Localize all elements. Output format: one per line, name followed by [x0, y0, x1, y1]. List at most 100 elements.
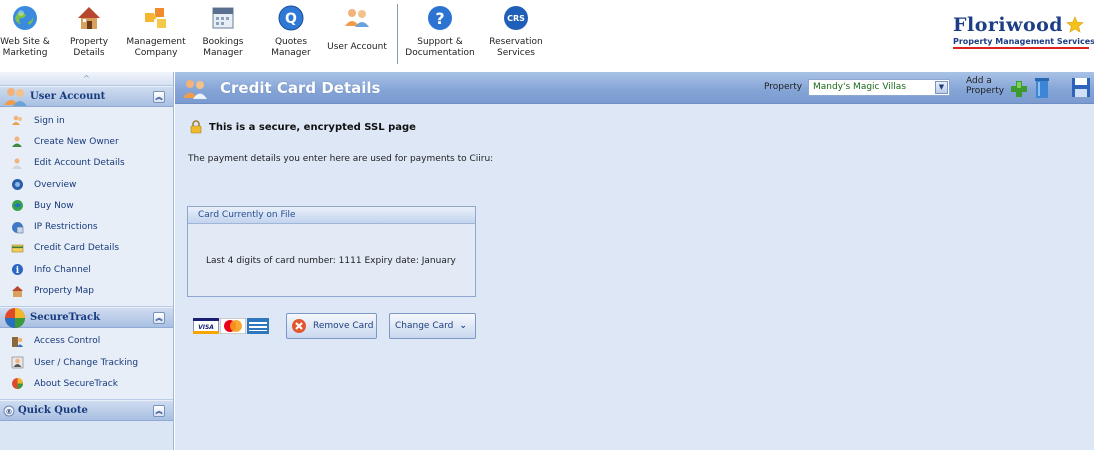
- toolbar-web-site-marketing[interactable]: Web Site & Marketing: [0, 0, 50, 66]
- sidebar-item-label: About SecureTrack: [34, 378, 118, 389]
- intro-text: The payment details you enter here are u…: [188, 154, 494, 164]
- buy-now-icon: [11, 199, 24, 212]
- map-icon: [11, 285, 24, 298]
- card-panel-title: Card Currently on File: [188, 207, 475, 224]
- svg-text:?: ?: [435, 9, 444, 28]
- user-edit-icon: [11, 157, 24, 170]
- svg-text:Q: Q: [285, 11, 297, 27]
- sidebar-item-label: User / Change Tracking: [34, 357, 139, 368]
- save-icon[interactable]: [1071, 77, 1091, 98]
- toolbar-management-company[interactable]: Management Company: [126, 0, 186, 66]
- calendar-icon: [208, 3, 238, 33]
- mastercard-icon: [220, 318, 246, 334]
- logo-tagline: Property Management Services: [953, 37, 1094, 46]
- change-card-button[interactable]: Change Card ⌄: [389, 313, 476, 339]
- lock-icon: [190, 120, 202, 134]
- change-card-label: Change Card: [395, 321, 454, 331]
- collapse-section-icon[interactable]: ︽: [153, 404, 165, 417]
- sidebar-item-sign-in[interactable]: Sign in: [0, 110, 173, 131]
- page-header: Credit Card Details Property Mandy's Mag…: [175, 72, 1094, 104]
- card-on-file-panel: Card Currently on File Last 4 digits of …: [187, 206, 476, 297]
- remove-card-label: Remove Card: [313, 321, 374, 331]
- change-tracking-icon: [11, 356, 24, 369]
- section-title: SecureTrack: [30, 311, 101, 323]
- sidebar-item-label: Sign in: [34, 115, 65, 126]
- toolbar-bookings-manager[interactable]: Bookings Manager: [198, 0, 248, 66]
- about-securetrack-icon: [11, 377, 24, 390]
- user-add-icon: [11, 135, 24, 148]
- delete-icon[interactable]: [1035, 78, 1049, 99]
- crs-icon: CRS: [501, 3, 531, 33]
- toolbar-label: Property Details: [69, 37, 109, 58]
- main-content: Credit Card Details Property Mandy's Mag…: [175, 72, 1094, 450]
- floriwood-logo: Floriwood Property Management Services: [953, 14, 1094, 50]
- sidebar-item-buy-now[interactable]: Buy Now: [0, 195, 173, 216]
- puzzle-icon: [141, 3, 171, 33]
- toolbar-label: Reservation Services: [489, 37, 543, 58]
- toolbar-label: Management Company: [126, 37, 186, 58]
- secure-notice: This is a secure, encrypted SSL page: [189, 120, 416, 134]
- ip-restrictions-icon: [11, 221, 24, 234]
- house-icon: [74, 3, 104, 33]
- sidebar-section-user-account[interactable]: User Account ︽: [0, 86, 173, 107]
- sidebar-section-quick-quote[interactable]: ® Quick Quote ︽: [0, 399, 173, 421]
- sidebar-item-ip-restrictions[interactable]: IP Restrictions: [0, 216, 173, 237]
- sidebar-item-label: Property Map: [34, 286, 94, 297]
- sidebar-item-label: Create New Owner: [34, 136, 119, 147]
- svg-text:CRS: CRS: [507, 14, 525, 23]
- collapse-section-icon[interactable]: ︽: [153, 311, 165, 324]
- users-icon: [183, 80, 207, 99]
- sidebar: ^ User Account ︽ Sign in Create New Owne…: [0, 72, 174, 450]
- add-property-label[interactable]: Add a Property: [966, 76, 1004, 96]
- toolbar-reservation-services[interactable]: CRS Reservation Services: [484, 0, 548, 66]
- svg-text:®: ®: [6, 408, 13, 416]
- toolbar-quotes-manager[interactable]: Q Quotes Manager: [266, 0, 316, 66]
- sidebar-item-access-control[interactable]: Access Control: [0, 331, 173, 352]
- sidebar-item-user-change-tracking[interactable]: User / Change Tracking: [0, 352, 173, 373]
- amex-icon: [247, 318, 269, 334]
- sidebar-item-about-securetrack[interactable]: About SecureTrack: [0, 373, 173, 394]
- svg-text:i: i: [16, 266, 20, 276]
- users-icon: [4, 88, 27, 106]
- help-icon: ?: [425, 3, 455, 33]
- credit-card-icon: [11, 242, 24, 255]
- accepted-cards: VISA: [193, 318, 269, 334]
- sidebar-item-credit-card-details[interactable]: Credit Card Details: [0, 238, 173, 259]
- sidebar-item-label: Edit Account Details: [34, 158, 125, 169]
- sidebar-item-edit-account-details[interactable]: Edit Account Details: [0, 153, 173, 174]
- sidebar-item-overview[interactable]: Overview: [0, 174, 173, 195]
- main-toolbar: Web Site & Marketing Property Details Ma…: [0, 0, 1094, 72]
- sidebar-section-securetrack[interactable]: SecureTrack ︽: [0, 306, 173, 328]
- sidebar-item-property-map[interactable]: Property Map: [0, 280, 173, 301]
- card-panel-details: Last 4 digits of card number: 1111 Expir…: [206, 256, 456, 266]
- sidebar-item-label: Info Channel: [34, 264, 91, 275]
- sidebar-item-create-new-owner[interactable]: Create New Owner: [0, 131, 173, 152]
- toolbar-label: Web Site & Marketing: [0, 37, 50, 58]
- secure-notice-text: This is a secure, encrypted SSL page: [209, 121, 416, 133]
- collapse-section-icon[interactable]: ︽: [153, 91, 165, 103]
- sidebar-securetrack-items: Access Control User / Change Tracking Ab…: [0, 327, 173, 400]
- sidebar-item-label: Credit Card Details: [34, 243, 120, 254]
- chevron-down-icon: ⌄: [459, 321, 467, 331]
- remove-card-button[interactable]: Remove Card: [286, 313, 377, 339]
- close-icon: [292, 319, 306, 333]
- overview-icon: [11, 178, 24, 191]
- toolbar-label: User Account: [327, 42, 387, 52]
- sidebar-user-account-items: Sign in Create New Owner Edit Account De…: [0, 107, 173, 307]
- sidebar-item-label: Overview: [34, 179, 77, 190]
- visa-icon: VISA: [193, 318, 219, 334]
- toolbar-support-documentation[interactable]: ? Support & Documentation: [405, 0, 475, 66]
- property-label: Property: [764, 82, 803, 92]
- property-select[interactable]: Mandy's Magic Villas ▼: [808, 79, 950, 96]
- chevron-down-icon[interactable]: ▼: [935, 81, 948, 94]
- section-title: User Account: [30, 91, 106, 102]
- users-icon: [342, 3, 372, 33]
- toolbar-property-details[interactable]: Property Details: [64, 0, 114, 66]
- globe-icon: [10, 3, 40, 33]
- sidebar-item-info-channel[interactable]: i Info Channel: [0, 259, 173, 280]
- toolbar-label: Support & Documentation: [405, 37, 475, 58]
- toolbar-user-account[interactable]: User Account: [326, 0, 388, 66]
- sidebar-item-label: Access Control: [34, 336, 101, 347]
- quick-quote-icon: ®: [3, 405, 15, 417]
- add-icon[interactable]: [1010, 80, 1028, 98]
